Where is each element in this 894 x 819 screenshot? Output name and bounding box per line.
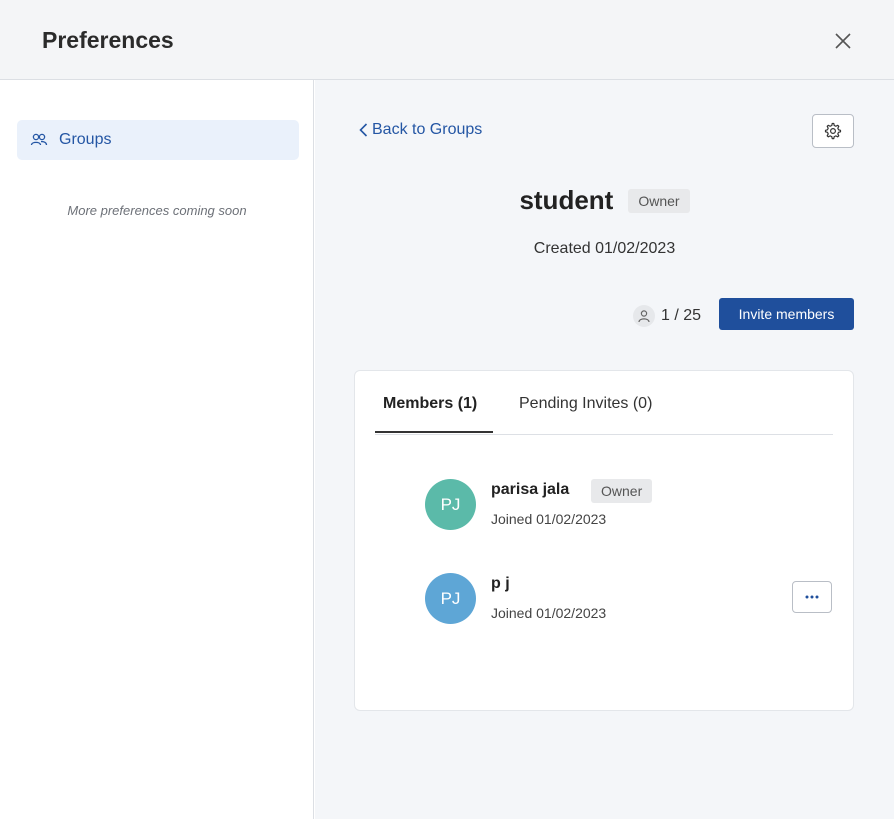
members-card: Members (1) Pending Invites (0) PJ paris… — [354, 370, 854, 711]
active-tab-indicator — [375, 431, 493, 433]
sidebar-item-label: Groups — [59, 131, 112, 148]
group-title-row: student Owner — [315, 185, 894, 216]
sidebar-note: More preferences coming soon — [67, 203, 247, 218]
member-role-badge: Owner — [591, 479, 653, 503]
dialog-title: Preferences — [42, 27, 174, 53]
close-icon — [835, 33, 851, 49]
group-detail-panel: Back to Groups student Owner Created 01/… — [315, 80, 894, 819]
tab-pending-invites[interactable]: Pending Invites (0) — [519, 395, 652, 413]
group-name: student — [519, 185, 614, 215]
sidebar-item-groups[interactable]: Groups — [17, 120, 299, 160]
tab-members[interactable]: Members (1) — [383, 395, 477, 413]
member-row: PJ parisa jala Owner Joined 01/02/2023 — [425, 479, 845, 535]
member-joined-date: Joined 01/02/2023 — [491, 605, 607, 621]
gear-icon — [824, 122, 842, 140]
tab-bar: Members (1) Pending Invites (0) — [375, 371, 833, 435]
member-count-value: 1 / 25 — [661, 307, 702, 324]
member-joined-date: Joined 01/02/2023 — [491, 511, 607, 527]
user-icon — [633, 305, 655, 327]
back-link-label: Back to Groups — [372, 121, 483, 138]
invite-members-button[interactable]: Invite members — [719, 298, 854, 330]
member-actions-button[interactable] — [792, 581, 832, 613]
more-horizontal-icon — [805, 595, 819, 599]
dialog-header: Preferences — [0, 0, 894, 80]
member-count: 1 / 25 — [633, 305, 701, 327]
avatar: PJ — [425, 479, 476, 530]
member-row: PJ p j Joined 01/02/2023 — [425, 573, 845, 629]
sidebar: Groups More preferences coming soon — [0, 80, 314, 819]
users-icon — [30, 130, 50, 150]
group-settings-button[interactable] — [812, 114, 854, 148]
back-to-groups-link[interactable]: Back to Groups — [359, 121, 482, 139]
group-created-date: Created 01/02/2023 — [533, 240, 676, 257]
avatar: PJ — [425, 573, 476, 624]
close-button[interactable] — [826, 26, 860, 56]
member-name: parisa jala — [491, 481, 570, 498]
role-badge: Owner — [628, 188, 690, 213]
chevron-left-icon — [359, 123, 368, 137]
member-name: p j — [491, 575, 510, 592]
